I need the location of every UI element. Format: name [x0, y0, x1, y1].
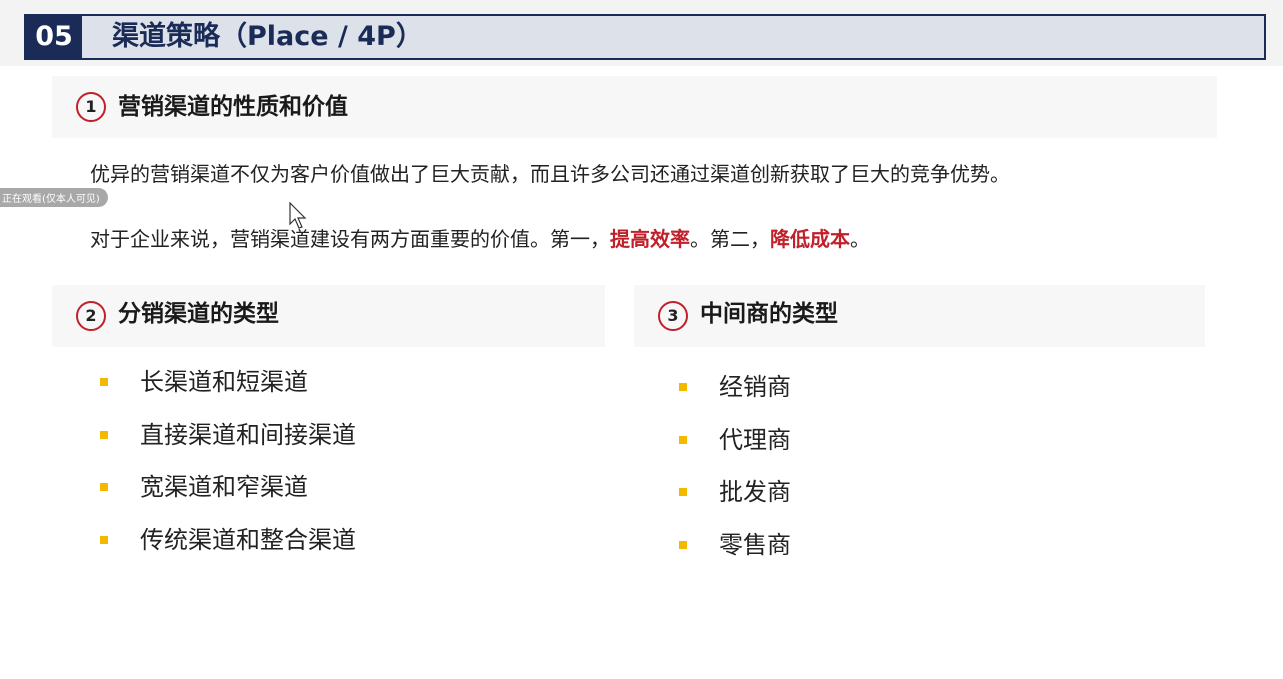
- paragraph-2-suffix: 。: [850, 227, 870, 251]
- square-bullet-icon: [100, 378, 108, 386]
- section-3-number-badge: 3: [658, 301, 688, 331]
- viewing-status-tag: 正在观看(仅本人可见): [0, 188, 108, 207]
- highlight-efficiency: 提高效率: [610, 227, 690, 251]
- section-1-number-badge: 1: [76, 92, 106, 122]
- list-item-label: 批发商: [719, 478, 791, 506]
- square-bullet-icon: [679, 383, 687, 391]
- highlight-cost: 降低成本: [770, 227, 850, 251]
- list-item-label: 零售商: [719, 531, 791, 559]
- paragraph-2-middle: 。第二，: [690, 227, 770, 251]
- section-2-title: 分销渠道的类型: [118, 301, 279, 327]
- paragraph-2: 对于企业来说，营销渠道建设有两方面重要的价值。第一，提高效率。第二，降低成本。: [90, 224, 870, 254]
- section-1-title: 营销渠道的性质和价值: [118, 94, 348, 120]
- square-bullet-icon: [679, 541, 687, 549]
- section-number: 05: [26, 16, 82, 58]
- mouse-cursor-icon: [289, 202, 307, 229]
- section-3-title: 中间商的类型: [700, 301, 838, 327]
- list-item-label: 代理商: [719, 426, 791, 454]
- section-header-bar: 05 渠道策略（Place / 4P）: [24, 14, 1266, 60]
- square-bullet-icon: [100, 431, 108, 439]
- square-bullet-icon: [679, 436, 687, 444]
- list-item-label: 传统渠道和整合渠道: [140, 526, 356, 554]
- section-2-number-badge: 2: [76, 301, 106, 331]
- square-bullet-icon: [100, 536, 108, 544]
- square-bullet-icon: [679, 488, 687, 496]
- section-3-heading: 3 中间商的类型: [634, 285, 1205, 347]
- section-2-heading: 2 分销渠道的类型: [52, 285, 605, 347]
- paragraph-1: 优异的营销渠道不仅为客户价值做出了巨大贡献，而且许多公司还通过渠道创新获取了巨大…: [90, 162, 1010, 186]
- list-item-label: 长渠道和短渠道: [140, 368, 308, 396]
- page-title: 渠道策略（Place / 4P）: [112, 21, 423, 52]
- section-1-heading: 1 营销渠道的性质和价值: [52, 76, 1217, 138]
- list-item-label: 宽渠道和窄渠道: [140, 473, 308, 501]
- list-item-label: 经销商: [719, 373, 791, 401]
- paragraph-2-prefix: 对于企业来说，营销渠道建设有两方面重要的价值。第一，: [90, 227, 610, 251]
- square-bullet-icon: [100, 483, 108, 491]
- list-item-label: 直接渠道和间接渠道: [140, 421, 356, 449]
